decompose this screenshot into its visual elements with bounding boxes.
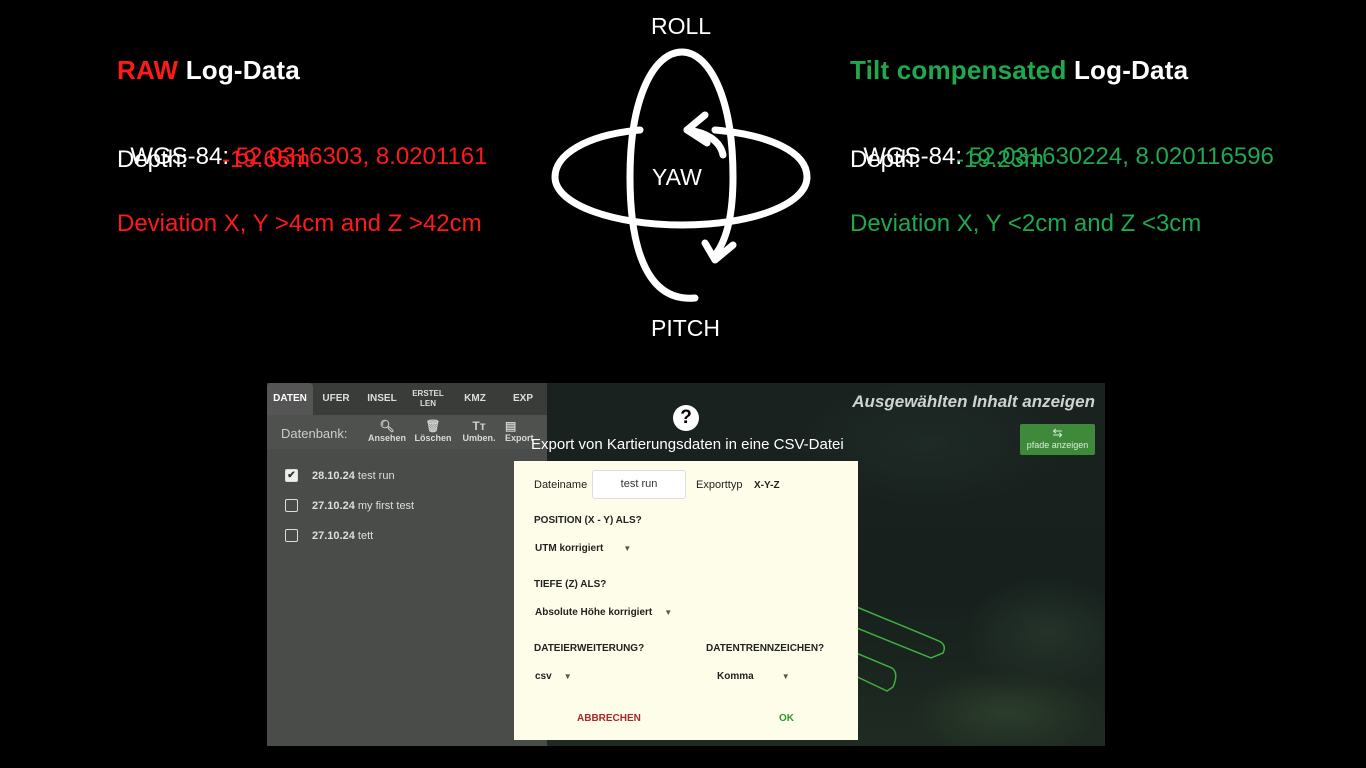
tab-daten[interactable]: DATEN [267,383,313,415]
chevron-down-icon: ▼ [563,672,572,681]
view-label: Ansehen [367,433,406,443]
checkbox-checked[interactable]: ✔ [285,469,298,482]
checkbox[interactable] [285,529,298,542]
export-icon: ▤ [505,419,517,433]
chevron-down-icon: ▼ [664,608,673,617]
roll-label: ROLL [651,13,712,39]
exporttype-label: Exporttyp [696,479,743,491]
list-item[interactable]: ✔ 28.10.24 test run [285,469,395,482]
view-button[interactable]: 🔍︎ Ansehen [367,419,407,443]
exporttype-value: X-Y-Z [754,480,780,491]
show-paths-button[interactable]: ⇆ pfade anzeigen [1020,424,1095,455]
row-name: tett [357,529,374,542]
tab-exp[interactable]: EXP [499,383,547,415]
list-item[interactable]: 27.10.24 tett [285,529,373,542]
database-label: Datenbank: [281,426,348,441]
dialog-title: Export von Kartierungsdaten in eine CSV-… [531,436,844,453]
position-value: UTM korrigiert [535,543,604,554]
raw-depth-value: -19.65m [222,146,311,173]
export-dialog: Dateiname test run Exporttyp X-Y-Z POSIT… [514,461,858,740]
raw-heading: RAW Log-Data [117,55,300,86]
toolbar: Datenbank: 🔍︎ Ansehen 🗑︎ Löschen Tᴛ Umbe… [267,415,547,449]
text-icon: Tᴛ [472,419,486,433]
tilt-depth-label: Depth: [850,146,921,173]
tilt-depth-value: -19.23m [956,146,1045,173]
cancel-button[interactable]: ABBRECHEN [577,713,641,724]
separator-value: Komma [717,671,754,682]
swap-icon: ⇆ [1052,426,1063,440]
extension-select[interactable]: csv ▼ [535,671,572,682]
separator-label: DATENTRENNZEICHEN? [706,643,825,654]
delete-button[interactable]: 🗑︎ Löschen [413,419,453,443]
depth-select[interactable]: Absolute Höhe korrigiert ▼ [535,607,672,618]
row-date: 27.10.24 [312,529,355,542]
row-name: my first test [357,499,415,512]
help-icon[interactable]: ? [673,405,699,431]
pitch-label: PITCH [651,315,720,341]
filename-input[interactable]: test run [592,470,686,499]
separator-select[interactable]: Komma ▼ [717,671,790,682]
rename-label: Umben. [462,433,496,443]
row-date: 27.10.24 [312,499,355,512]
map-title: Ausgewählten Inhalt anzeigen [852,392,1095,411]
row-name: test run [357,469,395,482]
depth-label: TIEFE (Z) ALS? [534,579,607,590]
tilt-heading: Tilt compensated Log-Data [850,55,1188,86]
tab-insel[interactable]: INSEL [359,383,405,415]
row-date: 28.10.24 [312,469,355,482]
chevron-down-icon: ▼ [623,544,632,553]
view-icon: 🔍︎ [379,419,395,433]
tilt-heading-accent: Tilt compensated [850,55,1067,85]
depth-value: Absolute Höhe korrigiert [535,607,653,618]
rename-button[interactable]: Tᴛ Umben. [459,419,499,443]
raw-depth-label: Depth: [117,146,188,173]
delete-label: Löschen [414,433,452,443]
tab-ufer[interactable]: UFER [313,383,359,415]
ok-button[interactable]: OK [779,713,794,724]
data-sidepanel: DATEN UFER INSEL ERSTEL LEN KMZ EXP Date… [267,383,547,746]
tilt-heading-rest: Log-Data [1066,55,1189,85]
filename-label: Dateiname [534,479,588,491]
raw-deviation: Deviation X, Y >4cm and Z >42cm [117,210,482,237]
tilt-deviation: Deviation X, Y <2cm and Z <3cm [850,210,1202,237]
show-paths-label: pfade anzeigen [1026,440,1089,450]
export-label: Export [505,433,534,443]
tab-erstellen[interactable]: ERSTEL LEN [405,383,451,415]
checkbox[interactable] [285,499,298,512]
chevron-down-icon: ▼ [781,672,790,681]
tab-kmz[interactable]: KMZ [451,383,499,415]
rotation-axes-icon [551,48,811,302]
extension-label: DATEIERWEITERUNG? [534,643,645,654]
app-screenshot: DATEN UFER INSEL ERSTEL LEN KMZ EXP Date… [267,383,1105,746]
position-label: POSITION (X - Y) ALS? [534,515,642,526]
raw-heading-rest: Log-Data [178,55,300,85]
list-item[interactable]: 27.10.24 my first test [285,499,414,512]
extension-value: csv [535,671,552,682]
trash-icon: 🗑︎ [425,419,441,433]
tab-bar: DATEN UFER INSEL ERSTEL LEN KMZ EXP [267,383,547,415]
raw-heading-accent: RAW [117,55,179,85]
position-select[interactable]: UTM korrigiert ▼ [535,543,631,554]
